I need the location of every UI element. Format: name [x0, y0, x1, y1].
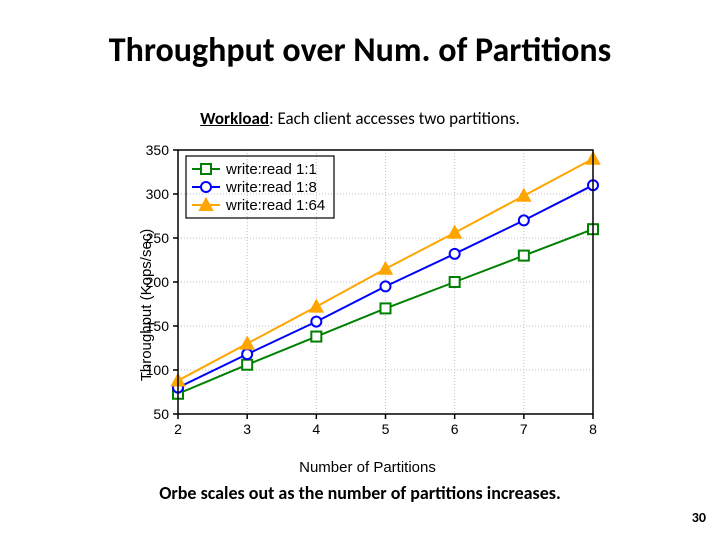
slide: Throughput over Num. of Partitions Workl…: [0, 0, 720, 540]
x-axis-label: Number of Partitions: [130, 459, 605, 476]
svg-text:8: 8: [589, 421, 597, 437]
svg-text:write:read 1:8: write:read 1:8: [225, 179, 317, 196]
svg-text:50: 50: [153, 406, 169, 422]
workload-subtitle: Workload: Each client accesses two parti…: [0, 108, 720, 129]
chart-plot: 234567850100150200250300350write:read 1:…: [130, 140, 605, 450]
slide-caption: Orbe scales out as the number of partiti…: [0, 482, 720, 504]
svg-text:300: 300: [146, 186, 170, 202]
svg-text:2: 2: [174, 421, 182, 437]
svg-text:350: 350: [146, 142, 170, 158]
svg-text:6: 6: [451, 421, 459, 437]
svg-text:write:read 1:64: write:read 1:64: [225, 197, 325, 214]
chart-container: Throughput (Kops/sec) 234567850100150200…: [130, 140, 605, 470]
svg-text:3: 3: [243, 421, 251, 437]
y-axis-label: Throughput (Kops/sec): [138, 229, 155, 382]
subtitle-rest: : Each client accesses two partitions.: [269, 108, 520, 129]
svg-text:5: 5: [382, 421, 390, 437]
slide-title: Throughput over Num. of Partitions: [0, 30, 720, 71]
svg-text:7: 7: [520, 421, 528, 437]
subtitle-lead: Workload: [200, 108, 269, 129]
svg-text:write:read 1:1: write:read 1:1: [225, 161, 317, 178]
page-number: 30: [692, 509, 706, 526]
svg-text:4: 4: [312, 421, 320, 437]
